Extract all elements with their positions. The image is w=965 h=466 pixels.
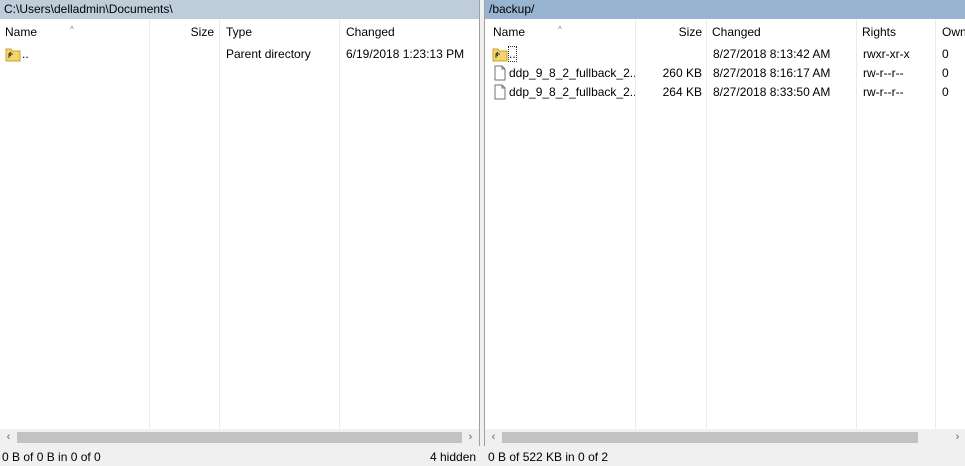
remote-column-header: Name ^ Size Changed Rights Own [485, 20, 965, 44]
sort-ascending-icon: ^ [558, 25, 562, 34]
local-file-changed: 6/19/2018 1:23:13 PM [346, 47, 465, 61]
remote-file-name-text: .. [508, 46, 517, 62]
column-divider [219, 20, 220, 428]
remote-file-row[interactable]: .. 8/27/2018 8:13:42 AM rwxr-xr-x 0 [485, 45, 965, 64]
local-col-size[interactable]: Size [149, 20, 219, 44]
local-scroll-thumb[interactable] [17, 432, 462, 443]
scroll-right-icon[interactable]: › [462, 429, 479, 446]
remote-file-owner: 0 [942, 85, 949, 99]
remote-file-row[interactable]: ddp_9_8_2_fullback_2... 264 KB 8/27/2018… [485, 83, 965, 102]
remote-file-name: ddp_9_8_2_fullback_2... [509, 66, 635, 80]
remote-file-rights: rw-r--r-- [863, 85, 904, 99]
column-divider [339, 20, 340, 428]
local-status-text: 0 B of 0 B in 0 of 0 [2, 450, 101, 464]
remote-file-owner: 0 [942, 47, 949, 61]
local-file-row[interactable]: .. Parent directory 6/19/2018 1:23:13 PM [0, 45, 479, 64]
remote-panel: /backup/ Name ^ Size Changed Rights Own … [484, 0, 965, 446]
local-panel: C:\Users\delladmin\Documents\ Name ^ Siz… [0, 0, 480, 446]
column-divider [149, 20, 150, 428]
sort-ascending-icon: ^ [70, 25, 74, 34]
remote-file-size [635, 45, 706, 64]
hidden-count[interactable]: 4 hidden [430, 449, 476, 466]
remote-file-name: ddp_9_8_2_fullback_2... [509, 85, 635, 99]
remote-file-changed: 8/27/2018 8:16:17 AM [713, 66, 831, 80]
remote-file-rights: rwxr-xr-x [863, 47, 910, 61]
local-file-size [149, 45, 219, 64]
remote-file-size: 260 KB [662, 66, 702, 80]
scroll-right-icon[interactable]: › [949, 429, 965, 446]
remote-file-rights: rw-r--r-- [863, 66, 904, 80]
remote-scroll-thumb[interactable] [502, 432, 918, 443]
remote-file-changed: 8/27/2018 8:33:50 AM [713, 85, 831, 99]
remote-col-rights[interactable]: Rights [857, 20, 937, 44]
remote-col-changed[interactable]: Changed [707, 20, 857, 44]
remote-col-name[interactable]: Name ^ [488, 20, 637, 44]
remote-file-row[interactable]: ddp_9_8_2_fullback_2... 260 KB 8/27/2018… [485, 64, 965, 83]
remote-col-owner[interactable]: Own [937, 20, 965, 44]
local-file-name: .. [22, 47, 29, 61]
local-col-changed[interactable]: Changed [341, 20, 478, 44]
local-horizontal-scrollbar[interactable]: ‹ › [0, 429, 479, 446]
scroll-left-icon[interactable]: ‹ [485, 429, 502, 446]
remote-path-bar[interactable]: /backup/ [485, 0, 965, 19]
local-col-name-label: Name [5, 25, 38, 39]
remote-file-owner: 0 [942, 66, 949, 80]
remote-col-name-label: Name [493, 25, 526, 39]
local-col-name[interactable]: Name ^ [0, 20, 149, 44]
remote-status-text: 0 B of 522 KB in 0 of 2 [488, 450, 609, 464]
local-col-type[interactable]: Type [221, 20, 339, 44]
remote-file-changed: 8/27/2018 8:13:42 AM [713, 47, 831, 61]
local-column-header: Name ^ Size Type Changed [0, 20, 479, 44]
remote-horizontal-scrollbar[interactable]: ‹ › [485, 429, 965, 446]
remote-file-name: .. [505, 45, 637, 64]
local-file-type: Parent directory [226, 47, 311, 61]
scroll-left-icon[interactable]: ‹ [0, 429, 17, 446]
remote-file-size: 264 KB [662, 85, 702, 99]
remote-col-size[interactable]: Size [637, 20, 707, 44]
